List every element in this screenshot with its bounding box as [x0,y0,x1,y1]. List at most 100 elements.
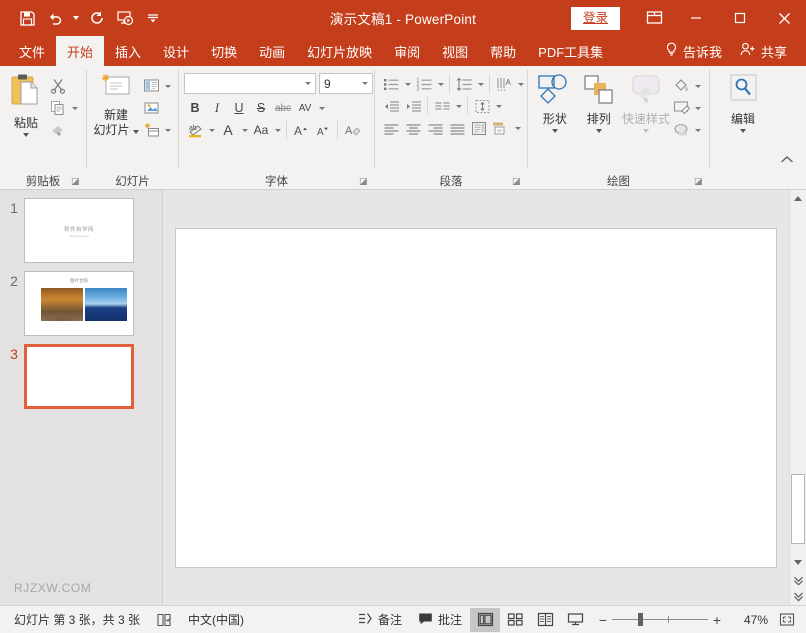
quick-styles-button[interactable]: 快速样式 [621,71,671,133]
font-size-combo[interactable]: 9 [319,73,373,94]
tab-design[interactable]: 设计 [152,36,200,66]
next-slide-button[interactable] [790,588,806,605]
list-item[interactable]: 3 [0,336,162,409]
redo-icon[interactable] [84,5,110,31]
cut-icon[interactable] [47,75,69,97]
reading-view-button[interactable] [530,608,560,632]
clear-formatting-icon[interactable]: A [341,119,363,141]
maximize-button[interactable] [718,0,762,36]
shapes-button[interactable]: 形状 [533,71,577,133]
tab-home[interactable]: 开始 [56,36,104,66]
shape-effects-dropdown-icon[interactable] [693,119,704,141]
convert-smartart-icon[interactable] [468,117,490,139]
shape-effects-icon[interactable] [671,119,693,141]
decrease-font-icon[interactable]: A [312,119,334,141]
numbering-icon[interactable]: 123 [413,73,435,95]
scroll-thumb[interactable] [791,474,805,544]
slide-thumbnail-3[interactable] [24,344,134,409]
change-case-icon[interactable]: Aa [250,119,272,141]
undo-icon[interactable] [42,5,68,31]
decrease-indent-icon[interactable] [380,95,402,117]
shape-fill-icon[interactable] [671,75,693,97]
previous-slide-button[interactable] [790,571,806,588]
font-color-dropdown-icon[interactable] [239,119,250,141]
font-dialog-launcher[interactable]: ◪ [359,176,370,187]
zoom-handle[interactable] [638,613,643,626]
section-dropdown-icon[interactable] [162,119,173,141]
character-spacing-dropdown-icon[interactable] [316,97,327,119]
normal-view-button[interactable] [470,608,500,632]
bullets-icon[interactable] [380,73,402,95]
bold-button[interactable]: B [184,97,206,119]
edit-button[interactable]: 编辑 [716,71,770,133]
section-icon[interactable] [140,119,162,141]
fit-slide-to-window-button[interactable] [774,608,800,632]
ribbon-display-options-icon[interactable] [634,0,674,36]
zoom-slider[interactable]: − + [590,612,730,628]
tell-me-button[interactable]: 告诉我 [656,36,731,66]
tab-review[interactable]: 审阅 [383,36,431,66]
slide-editing-surface[interactable] [175,228,777,568]
text-highlight-icon[interactable]: ab [184,119,206,141]
edit-dropdown-icon[interactable] [740,129,746,133]
text-shadow-button[interactable]: abc [272,97,294,119]
language-indicator[interactable]: 中文(中国) [180,608,252,632]
font-size-dropdown-icon[interactable] [358,82,372,85]
font-color-icon[interactable]: A [217,119,239,141]
shape-fill-dropdown-icon[interactable] [693,75,704,97]
layout-icon[interactable] [140,75,162,97]
copy-icon[interactable] [47,97,69,119]
clipboard-dialog-launcher[interactable]: ◪ [71,176,82,187]
align-right-icon[interactable] [424,117,446,139]
copy-dropdown-icon[interactable] [69,97,80,119]
font-name-combo[interactable] [184,73,316,94]
slide-thumbnail-1[interactable]: 软件自学网 www.rjzxw.com [24,198,134,263]
scroll-up-button[interactable] [790,190,806,207]
tab-slideshow[interactable]: 幻灯片放映 [296,36,383,66]
arrange-dropdown-icon[interactable] [596,129,602,133]
share-button[interactable]: 共享 [731,36,796,66]
undo-dropdown-icon[interactable] [70,5,82,31]
paragraph-dialog-launcher[interactable]: ◪ [512,176,523,187]
zoom-in-button[interactable]: + [708,612,726,628]
paste-dropdown-icon[interactable] [23,133,29,137]
increase-font-icon[interactable]: A [290,119,312,141]
scroll-track[interactable] [790,207,806,554]
drawing-dialog-launcher[interactable]: ◪ [694,176,705,187]
columns-icon[interactable] [431,95,453,117]
reset-icon[interactable] [140,97,162,119]
vertical-scrollbar[interactable] [789,190,806,605]
scroll-down-button[interactable] [790,554,806,571]
strikethrough-button[interactable]: S [250,97,272,119]
zoom-track[interactable] [612,619,708,620]
tab-pdf-toolkit[interactable]: PDF工具集 [527,36,614,66]
character-spacing-button[interactable]: AV [294,97,316,119]
increase-indent-icon[interactable] [402,95,424,117]
arrange-button[interactable]: 排列 [577,71,621,133]
align-center-icon[interactable] [402,117,424,139]
slide-canvas-pane[interactable] [163,190,789,605]
accessibility-check-icon[interactable] [148,608,180,632]
start-slideshow-icon[interactable] [112,5,138,31]
save-icon[interactable] [14,5,40,31]
font-name-dropdown-icon[interactable] [301,82,315,85]
tab-view[interactable]: 视图 [431,36,479,66]
comments-button[interactable]: 批注 [410,608,470,632]
slideshow-view-button[interactable] [560,608,590,632]
sign-in-button[interactable]: 登录 [571,7,620,30]
justify-icon[interactable] [446,117,468,139]
text-direction-icon[interactable]: A [493,73,515,95]
zoom-out-button[interactable]: − [594,612,612,628]
shape-outline-icon[interactable] [671,97,693,119]
minimize-button[interactable] [674,0,718,36]
format-painter-icon[interactable] [47,119,69,141]
new-slide-button[interactable]: 新建 幻灯片 [92,71,140,138]
slide-sorter-view-button[interactable] [500,608,530,632]
slide-thumbnail-2[interactable]: 图片合呢 [24,271,134,336]
text-direction-dropdown-icon[interactable] [515,73,526,95]
tab-insert[interactable]: 插入 [104,36,152,66]
tab-animations[interactable]: 动画 [248,36,296,66]
bullets-dropdown-icon[interactable] [402,73,413,95]
collapse-ribbon-icon[interactable] [776,149,798,171]
underline-button[interactable]: U [228,97,250,119]
